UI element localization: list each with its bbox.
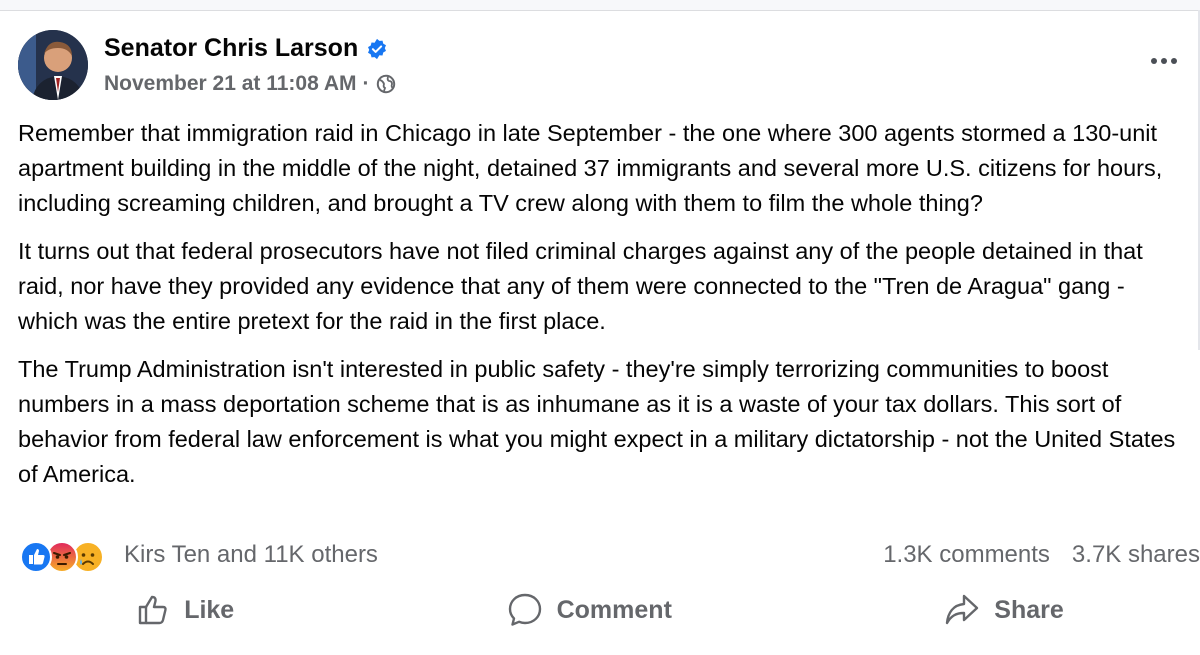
thumbs-up-icon xyxy=(138,595,167,625)
engagement-counts: 1.3K comments 3.7K shares xyxy=(883,541,1200,569)
reactions-summary: Kirs Ten and 11K others 1.3K comments 3.… xyxy=(18,538,1200,574)
post-meta: November 21 at 11:08 AM · xyxy=(104,72,396,96)
avatar[interactable] xyxy=(18,30,88,100)
post-header: Senator Chris Larson November 21 at 11:0… xyxy=(18,30,1200,110)
comment-label: Comment xyxy=(556,595,672,624)
like-button[interactable]: Like xyxy=(116,587,254,633)
shares-count[interactable]: 3.7K shares xyxy=(1072,541,1200,569)
reactors-summary[interactable]: Kirs Ten and 11K others xyxy=(124,541,378,569)
post-body: Remember that immigration raid in Chicag… xyxy=(18,116,1190,505)
post-actions: Like Comment Share xyxy=(0,585,1200,635)
share-arrow-icon xyxy=(946,594,979,625)
more-dot-icon xyxy=(1161,58,1167,64)
share-label: Share xyxy=(994,595,1064,624)
post-paragraph: The Trump Administration isn't intereste… xyxy=(18,356,1176,487)
top-divider xyxy=(0,0,1200,11)
reaction-icons[interactable] xyxy=(20,541,114,573)
like-label: Like xyxy=(184,595,235,624)
post-timestamp[interactable]: November 21 at 11:08 AM xyxy=(104,72,357,96)
comment-bubble-icon xyxy=(508,593,541,626)
author-name[interactable]: Senator Chris Larson xyxy=(104,34,388,63)
more-options-button[interactable] xyxy=(1146,48,1182,74)
more-dot-icon xyxy=(1171,58,1177,64)
more-dot-icon xyxy=(1151,58,1157,64)
share-button[interactable]: Share xyxy=(924,586,1083,634)
post-paragraph: It turns out that federal prosecutors ha… xyxy=(18,238,1143,334)
comment-button[interactable]: Comment xyxy=(487,586,692,634)
verified-badge-icon xyxy=(368,38,387,59)
like-reaction-icon xyxy=(20,541,52,573)
comments-count[interactable]: 1.3K comments xyxy=(883,541,1050,569)
globe-icon xyxy=(376,74,395,94)
meta-separator: · xyxy=(362,72,370,95)
author-name-text[interactable]: Senator Chris Larson xyxy=(104,34,358,63)
post-paragraph: Remember that immigration raid in Chicag… xyxy=(18,120,1163,216)
